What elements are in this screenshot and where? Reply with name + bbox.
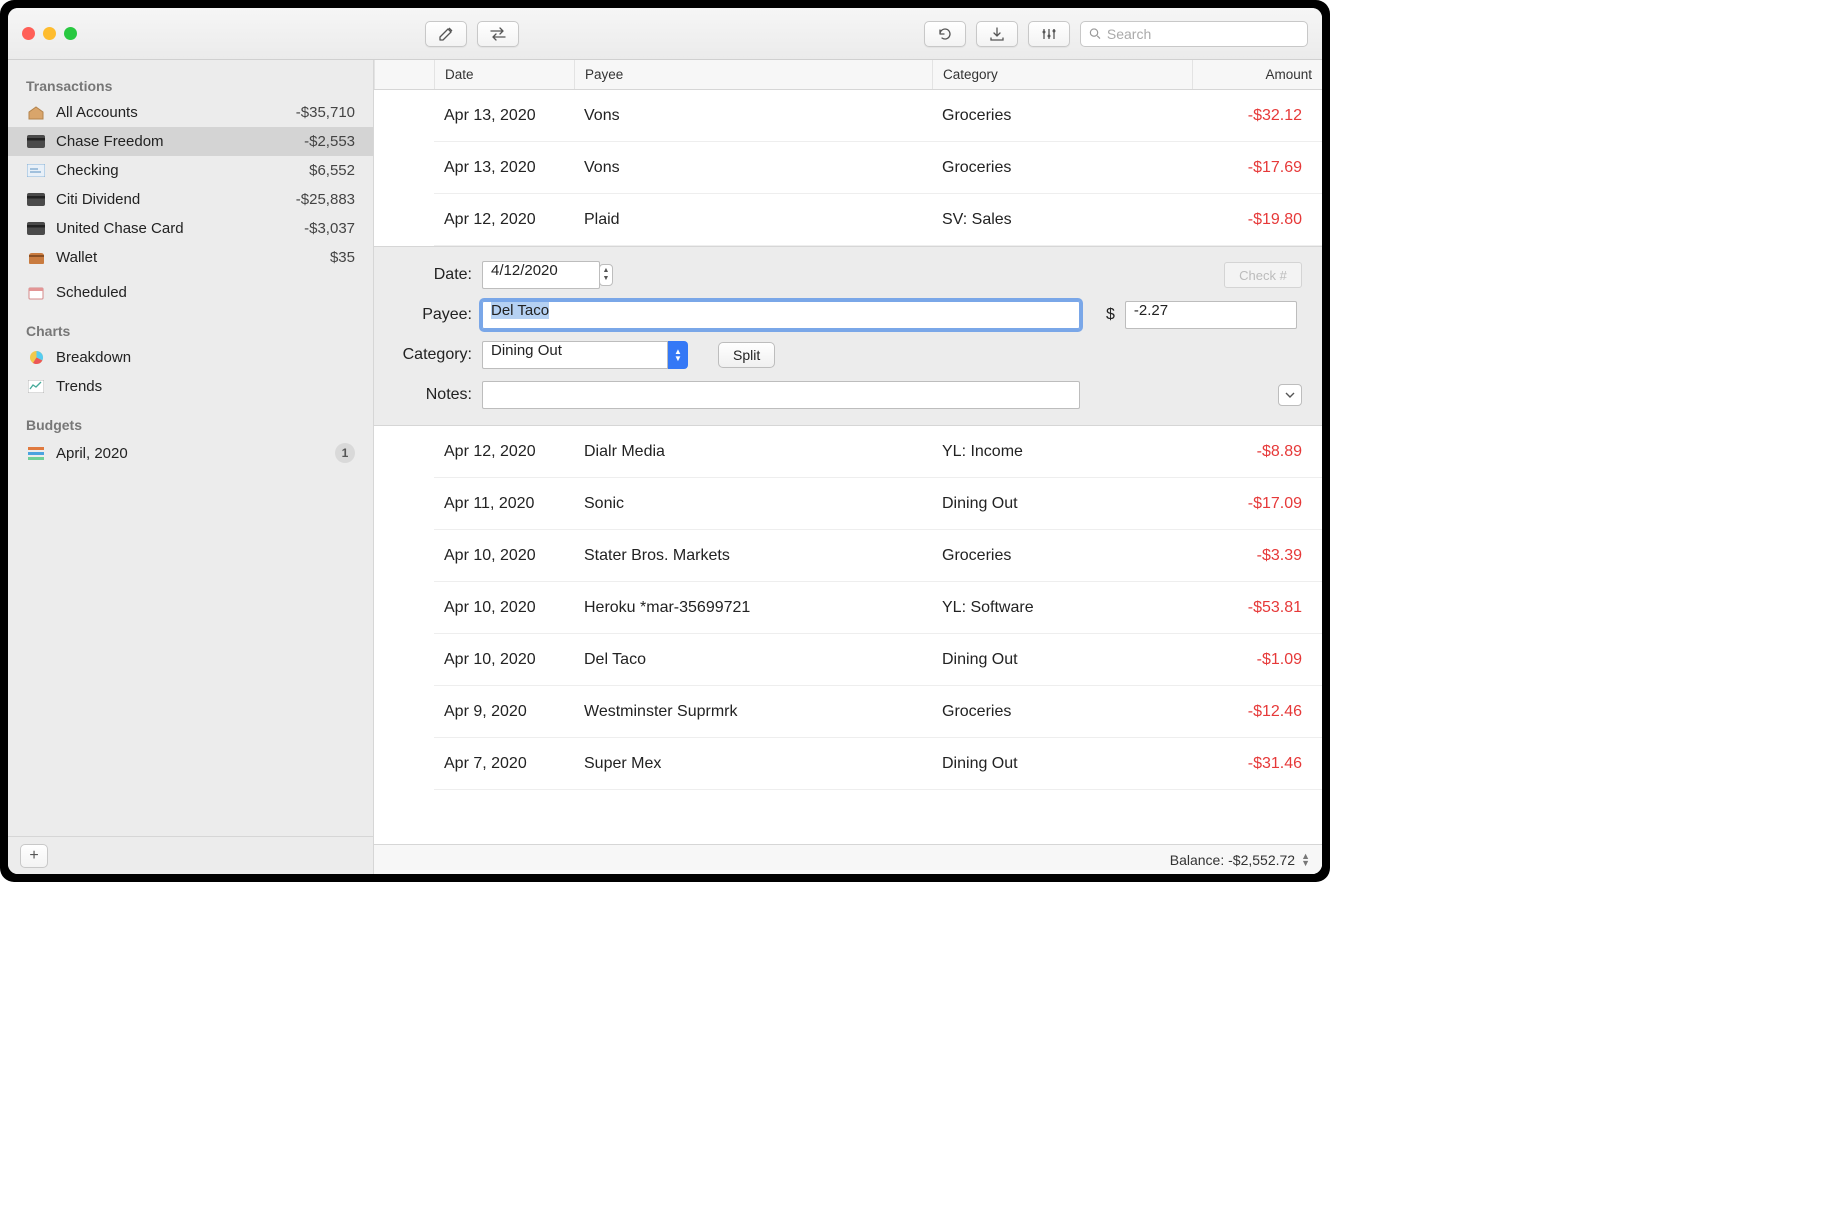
currency-symbol: $ <box>1106 306 1115 324</box>
search-input[interactable] <box>1107 26 1299 42</box>
table-row[interactable]: Apr 10, 2020Del TacoDining Out-$1.09 <box>434 634 1322 686</box>
sidebar-item-account[interactable]: All Accounts-$35,710 <box>8 98 373 127</box>
payee-input[interactable]: Del Taco <box>482 301 1080 329</box>
line-chart-icon <box>26 379 46 395</box>
minimize-icon[interactable] <box>43 27 56 40</box>
transfer-button[interactable] <box>477 21 519 47</box>
sidebar-heading-charts: Charts <box>8 317 373 343</box>
sidebar-item-budget[interactable]: April, 2020 1 <box>8 437 373 469</box>
col-date[interactable]: Date <box>434 60 574 89</box>
col-payee[interactable]: Payee <box>574 60 932 89</box>
date-input[interactable]: 4/12/2020 <box>482 261 600 289</box>
account-icon <box>26 134 46 150</box>
sidebar-item-account[interactable]: United Chase Card-$3,037 <box>8 214 373 243</box>
table-row[interactable]: Apr 9, 2020Westminster SuprmrkGroceries-… <box>434 686 1322 738</box>
add-button[interactable]: + <box>20 844 48 868</box>
col-category[interactable]: Category <box>932 60 1192 89</box>
budget-icon <box>26 445 46 461</box>
refresh-button[interactable] <box>924 21 966 47</box>
notes-label: Notes: <box>394 386 472 404</box>
date-label: Date: <box>394 266 472 284</box>
balance-label: Balance: -$2,552.72 <box>1170 852 1295 868</box>
sidebar-item-trends[interactable]: Trends <box>8 372 373 401</box>
account-icon <box>26 250 46 266</box>
account-icon <box>26 192 46 208</box>
table-row[interactable]: Apr 7, 2020Super MexDining Out-$31.46 <box>434 738 1322 790</box>
account-icon <box>26 105 46 121</box>
sidebar: Transactions All Accounts-$35,710Chase F… <box>8 60 374 874</box>
compose-button[interactable] <box>425 21 467 47</box>
chevron-down-icon <box>1285 392 1295 398</box>
table-header: Date Payee Category Amount <box>374 60 1322 90</box>
table-row[interactable]: Apr 10, 2020Stater Bros. MarketsGrocerie… <box>434 530 1322 582</box>
import-button[interactable] <box>976 21 1018 47</box>
check-number-input[interactable]: Check # <box>1224 262 1302 288</box>
payee-label: Payee: <box>394 306 472 324</box>
category-label: Category: <box>394 346 472 364</box>
calendar-icon <box>26 285 46 301</box>
zoom-icon[interactable] <box>64 27 77 40</box>
category-select[interactable]: Dining Out ▲▼ <box>482 341 688 369</box>
account-icon <box>26 163 46 179</box>
table-row[interactable]: Apr 11, 2020SonicDining Out-$17.09 <box>434 478 1322 530</box>
table-row[interactable]: Apr 12, 2020PlaidSV: Sales-$19.80 <box>434 194 1322 246</box>
app-window: Transactions All Accounts-$35,710Chase F… <box>8 8 1322 874</box>
notes-input[interactable] <box>482 381 1080 409</box>
sidebar-item-account[interactable]: Checking$6,552 <box>8 156 373 185</box>
close-icon[interactable] <box>22 27 35 40</box>
table-row[interactable]: Apr 12, 2020Dialr MediaYL: Income-$8.89 <box>434 426 1322 478</box>
window-controls <box>22 27 77 40</box>
sidebar-item-scheduled[interactable]: Scheduled <box>8 278 373 307</box>
sidebar-item-account[interactable]: Wallet$35 <box>8 243 373 272</box>
amount-input[interactable]: -2.27 <box>1125 301 1297 329</box>
sidebar-item-account[interactable]: Citi Dividend-$25,883 <box>8 185 373 214</box>
balance-stepper-icon[interactable]: ▲▼ <box>1301 853 1310 867</box>
table-row[interactable]: Apr 10, 2020Heroku *mar-35699721YL: Soft… <box>434 582 1322 634</box>
sidebar-heading-transactions: Transactions <box>8 72 373 98</box>
split-button[interactable]: Split <box>718 342 775 368</box>
expand-toggle[interactable] <box>1278 384 1302 406</box>
col-amount[interactable]: Amount <box>1192 60 1322 89</box>
titlebar <box>8 8 1322 60</box>
pie-chart-icon <box>26 350 46 366</box>
sidebar-item-breakdown[interactable]: Breakdown <box>8 343 373 372</box>
table-row[interactable]: Apr 13, 2020VonsGroceries-$17.69 <box>434 142 1322 194</box>
transaction-editor: Date: 4/12/2020 ▲▼ Check # Payee: Del Ta… <box>374 246 1322 426</box>
sidebar-item-account[interactable]: Chase Freedom-$2,553 <box>8 127 373 156</box>
date-stepper[interactable]: ▲▼ <box>599 264 613 286</box>
table-row[interactable]: Apr 13, 2020VonsGroceries-$32.12 <box>434 90 1322 142</box>
sidebar-heading-budgets: Budgets <box>8 411 373 437</box>
account-icon <box>26 221 46 237</box>
main-panel: Date Payee Category Amount Apr 13, 2020V… <box>374 60 1322 874</box>
search-field[interactable] <box>1080 21 1308 47</box>
budget-badge: 1 <box>335 443 355 463</box>
search-icon <box>1089 27 1101 40</box>
status-bar: Balance: -$2,552.72 ▲▼ <box>374 844 1322 874</box>
adjust-button[interactable] <box>1028 21 1070 47</box>
chevron-updown-icon: ▲▼ <box>668 341 688 369</box>
